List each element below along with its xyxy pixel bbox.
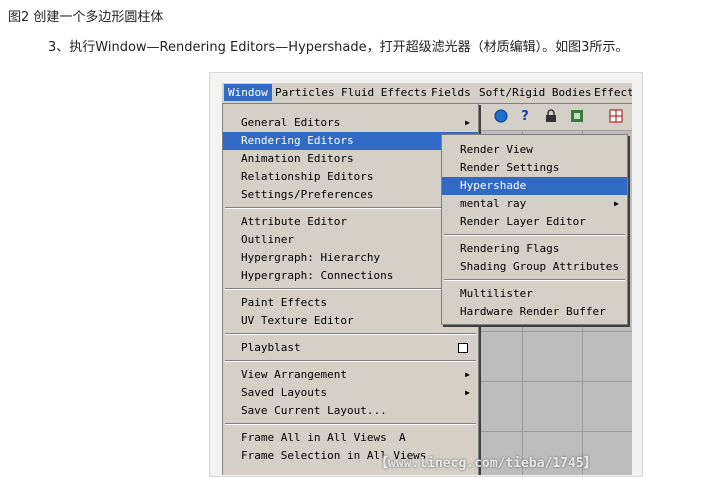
menu-window[interactable]: Window	[224, 84, 272, 101]
menu-item-rendering-editors[interactable]: Rendering Editors▶	[223, 132, 478, 150]
menu-separator	[444, 279, 625, 281]
menu-item-attribute-editor[interactable]: Attribute Editor	[223, 213, 478, 231]
submenu-item-rendering-flags[interactable]: Rendering Flags	[442, 240, 627, 258]
menu-item-outliner[interactable]: Outliner	[223, 231, 478, 249]
menu-fields[interactable]: Fields	[431, 86, 471, 99]
menu-separator	[444, 234, 625, 236]
submenu-item-render-settings[interactable]: Render Settings	[442, 159, 627, 177]
menu-item-relationship-editors[interactable]: Relationship Editors▶	[223, 168, 478, 186]
shortcut-label: A	[399, 431, 406, 444]
lock-icon[interactable]	[542, 107, 560, 125]
submenu-item-shading-group-attributes[interactable]: Shading Group Attributes	[442, 258, 627, 276]
menu-fluid-effects[interactable]: Fluid Effects	[341, 86, 427, 99]
menu-item-general-editors[interactable]: General Editors ▶	[223, 114, 478, 132]
menu-separator	[225, 333, 476, 335]
menu-particles[interactable]: Particles	[275, 86, 335, 99]
menu-item-animation-editors[interactable]: Animation Editors▶	[223, 150, 478, 168]
menu-item-saved-layouts[interactable]: Saved Layouts ▶	[223, 384, 478, 402]
select-icon[interactable]	[568, 107, 586, 125]
menu-separator	[225, 207, 476, 209]
menu-item-save-current-layout[interactable]: Save Current Layout...	[223, 402, 478, 420]
submenu-arrow-icon: ▶	[465, 118, 470, 127]
submenu-item-render-layer-editor[interactable]: Render Layer Editor	[442, 213, 627, 231]
maya-screen: Window Particles Fluid Effects Fields So…	[222, 83, 632, 475]
menu-item-settings-preferences[interactable]: Settings/Preferences▶	[223, 186, 478, 204]
grid-icon[interactable]	[607, 107, 625, 125]
menu-item-view-arrangement[interactable]: View Arrangement ▶	[223, 366, 478, 384]
submenu-item-multilister[interactable]: Multilister	[442, 285, 627, 303]
menu-soft-rigid-bodies[interactable]: Soft/Rigid Bodies	[479, 86, 592, 99]
submenu-item-render-view[interactable]: Render View	[442, 141, 627, 159]
submenu-item-mental-ray[interactable]: mental ray ▶	[442, 195, 627, 213]
menu-item-hypergraph-connections[interactable]: Hypergraph: Connections	[223, 267, 478, 285]
option-box-icon[interactable]	[458, 343, 468, 353]
submenu-item-hardware-render-buffer[interactable]: Hardware Render Buffer	[442, 303, 627, 321]
watermark: 【www.linecg.com/tieba/1745】	[375, 456, 597, 471]
submenu-arrow-icon: ▶	[465, 388, 470, 397]
menu-separator	[225, 360, 476, 362]
sphere-icon[interactable]	[492, 107, 510, 125]
submenu-item-hypershade[interactable]: Hypershade	[442, 177, 627, 195]
rendering-editors-submenu: Render View Render Settings Hypershade m…	[441, 134, 628, 325]
menu-item-uv-texture-editor[interactable]: UV Texture Editor	[223, 312, 478, 330]
menubar: Window Particles Fluid Effects Fields So…	[222, 83, 632, 104]
step-instruction: 3、执行Window—Rendering Editors—Hypershade，…	[48, 40, 629, 55]
submenu-arrow-icon: ▶	[614, 199, 619, 208]
menu-item-playblast[interactable]: Playblast	[223, 339, 478, 357]
menu-effects[interactable]: Effect	[594, 86, 632, 99]
figure-caption: 图2 创建一个多边形圆柱体	[8, 10, 164, 25]
menu-item-frame-all[interactable]: Frame All in All Views A	[223, 429, 478, 447]
menu-item-hypergraph-hierarchy[interactable]: Hypergraph: Hierarchy	[223, 249, 478, 267]
menu-item-paint-effects[interactable]: Paint Effects	[223, 294, 478, 312]
submenu-arrow-icon: ▶	[465, 370, 470, 379]
menu-separator	[225, 423, 476, 425]
help-icon[interactable]: ?	[516, 107, 534, 125]
menu-separator	[225, 288, 476, 290]
